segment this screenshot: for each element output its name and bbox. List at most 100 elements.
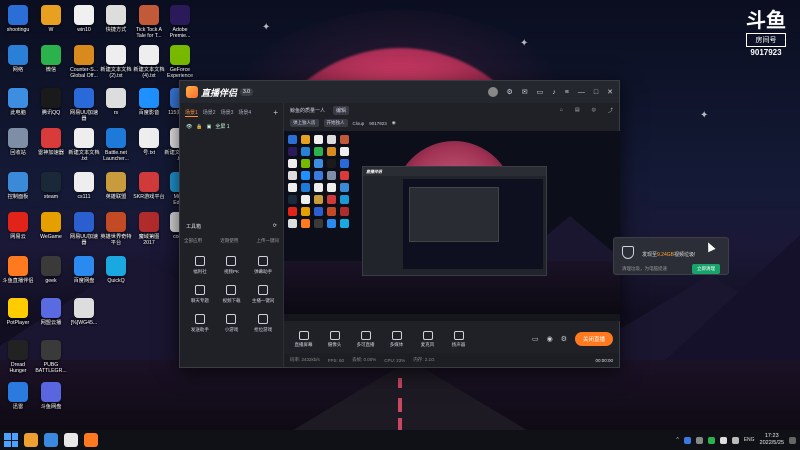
eye-icon[interactable]: 👁 (186, 124, 192, 130)
tab-scene-1[interactable]: 场景1 (185, 109, 198, 117)
microphone-button[interactable]: 麦克风 (414, 330, 441, 348)
desktop-icon[interactable]: shootingu (2, 5, 34, 33)
menu-icon[interactable]: ≡ (565, 89, 569, 96)
tool-chat-topic[interactable]: 聊天专题 (184, 285, 216, 304)
user-avatar[interactable] (487, 87, 498, 97)
desktop-icon[interactable]: PUBG BATTLEGR... (35, 340, 67, 374)
settings-icon[interactable]: ⚙ (507, 88, 513, 96)
message-icon[interactable]: ✉ (522, 88, 528, 96)
tray-expand-icon[interactable]: ^ (676, 437, 678, 443)
desktop-icon[interactable]: SKR游戏平台 (133, 172, 165, 200)
desktop-icon[interactable]: 新建文本文档 .txt (68, 128, 100, 162)
source-item[interactable]: 👁 🔒 ▣ 全屏 1 (180, 120, 283, 133)
network-icon[interactable] (719, 436, 727, 444)
desktop-icon[interactable]: Tick Tock A Tale for T... (133, 5, 165, 39)
maximize-icon[interactable]: □ (594, 89, 598, 96)
live-settings-icon[interactable]: ⚙ (561, 335, 567, 343)
desktop-icon[interactable]: win10 (68, 5, 100, 33)
desktop-icon[interactable]: 回收站 (2, 128, 34, 156)
minimize-icon[interactable]: — (578, 89, 585, 96)
activity-icon[interactable]: ◎ (592, 107, 596, 114)
taskbar-app-icon[interactable] (24, 433, 38, 447)
desktop-icon[interactable]: 斗鱼直播伴侣 (2, 256, 34, 284)
screen-icon[interactable]: ▭ (537, 88, 544, 96)
tool-host-sync[interactable]: 主播一键同 (247, 285, 279, 304)
desktop-icon[interactable]: W (35, 5, 67, 33)
tab-scene-3[interactable]: 场景3 (221, 109, 234, 116)
desktop-icon[interactable]: 网易UU加速器 (68, 88, 100, 122)
taskbar-app-icon[interactable] (84, 433, 98, 447)
tray-app-icon[interactable] (683, 436, 691, 444)
desktop-icon[interactable]: WeGame (35, 212, 67, 240)
desktop-icon[interactable]: Battle.net Launcher... (100, 128, 132, 162)
desktop-icon[interactable]: 斗鱼网盘 (35, 382, 67, 410)
filter-recent[interactable]: 近期使用 (220, 238, 238, 244)
tool-mini-game[interactable]: 小游戏 (216, 314, 248, 333)
toolbox-refresh-icon[interactable]: ⟳ (273, 223, 277, 230)
desktop-icon[interactable]: 网易UU加速器 (68, 212, 100, 246)
desktop-icon[interactable]: 网盟云播 (35, 298, 67, 326)
tool-seat-game[interactable]: 抢位游戏 (247, 314, 279, 333)
filter-upload[interactable]: 上传一键同 (257, 238, 280, 244)
multimedia-button[interactable]: 多媒体 (383, 330, 410, 348)
input-language[interactable]: ENG (744, 437, 755, 443)
desktop-icon[interactable]: cs111 (68, 172, 100, 200)
camera-icon[interactable]: ◉ (392, 120, 396, 126)
notification-center-icon[interactable] (789, 436, 796, 444)
tool-send-helper[interactable]: 发送助手 (184, 314, 216, 333)
desktop-icon[interactable]: 腾讯QQ (35, 88, 67, 116)
stream-tag[interactable]: 开始独人 (323, 119, 348, 127)
tool-video-download[interactable]: 视频下载 (216, 285, 248, 304)
desktop-icon[interactable]: 雷神加速器 (35, 128, 67, 156)
window-titlebar[interactable]: 直播伴侣 3.0 ⚙ ✉ ▭ ♪ ≡ — □ ✕ (180, 81, 619, 103)
tab-scene-4[interactable]: 场景4 (238, 109, 251, 116)
multi-live-button[interactable]: 多可直播 (352, 330, 379, 348)
desktop-icon[interactable]: Counter-S... Global Off... (68, 45, 100, 79)
clean-now-button[interactable]: 立即清理 (692, 264, 720, 274)
tool-welfare[interactable]: 福利社 (184, 256, 216, 275)
shop-icon[interactable]: ⌂ (560, 107, 563, 114)
desktop-icon[interactable]: 网络 (2, 45, 34, 73)
room-icon[interactable]: ▤ (575, 107, 580, 114)
desktop-icon[interactable]: rs (100, 88, 132, 116)
speaker-button[interactable]: 扬声器 (445, 330, 472, 348)
edit-title-button[interactable]: 编辑 (333, 106, 350, 115)
tray-app-icon[interactable] (695, 436, 703, 444)
desktop-icon[interactable]: 迅雷 (2, 382, 34, 410)
desktop-icon[interactable]: 号.txt (133, 128, 165, 156)
desktop-icon[interactable]: 微信 (35, 45, 67, 73)
add-camera-button[interactable]: 摄像头 (321, 330, 348, 348)
taskbar-app-icon[interactable] (64, 433, 78, 447)
bell-icon[interactable]: ♪ (552, 89, 556, 96)
tray-app-icon[interactable] (707, 436, 715, 444)
filter-all[interactable]: 全部应用 (184, 238, 202, 244)
desktop-icon[interactable]: 百度网盘 (68, 256, 100, 284)
desktop-icon[interactable]: PotPlayer (2, 298, 34, 326)
volume-icon[interactable] (731, 436, 739, 444)
tool-video-pk[interactable]: 视频PK (216, 256, 248, 275)
share-icon[interactable]: ⤴ (608, 107, 613, 114)
desktop-icon[interactable]: 快捷方式 (100, 5, 132, 33)
lock-icon[interactable]: 🔒 (196, 124, 202, 130)
desktop-icon[interactable]: 控制面板 (2, 172, 34, 200)
desktop-icon[interactable]: 新建文本文档 (4).txt (133, 45, 165, 79)
add-scene-button[interactable]: + (273, 108, 278, 117)
desktop-icon[interactable]: Dread Hunger (2, 340, 34, 374)
desktop-icon[interactable]: 魔域第图 2017 (133, 212, 165, 246)
record-icon[interactable]: ▭ (532, 335, 539, 343)
desktop-icon[interactable]: QuickQ (100, 256, 132, 284)
desktop-icon[interactable]: 英雄世界奇特 平台 (100, 212, 132, 246)
tool-danmaku[interactable]: 弹幕助手 (247, 256, 279, 275)
desktop-icon[interactable]: 网易云 (2, 212, 34, 240)
desktop-icon[interactable]: 百度影音 (133, 88, 165, 116)
close-icon[interactable]: ✕ (607, 88, 613, 96)
stream-preview[interactable]: 直播伴侣 (284, 131, 620, 321)
tab-scene-2[interactable]: 场景2 (203, 109, 216, 116)
stream-tag[interactable]: 弹上独人房 (290, 119, 319, 127)
taskbar-app-icon[interactable] (44, 433, 58, 447)
desktop-icon[interactable]: 英雄联盟 (100, 172, 132, 200)
desktop-icon[interactable]: steam (35, 172, 67, 200)
desktop-icon[interactable]: [%]WG45... (68, 298, 100, 326)
start-button[interactable] (4, 433, 18, 447)
stop-live-button[interactable]: 关闭直播 (574, 332, 613, 346)
